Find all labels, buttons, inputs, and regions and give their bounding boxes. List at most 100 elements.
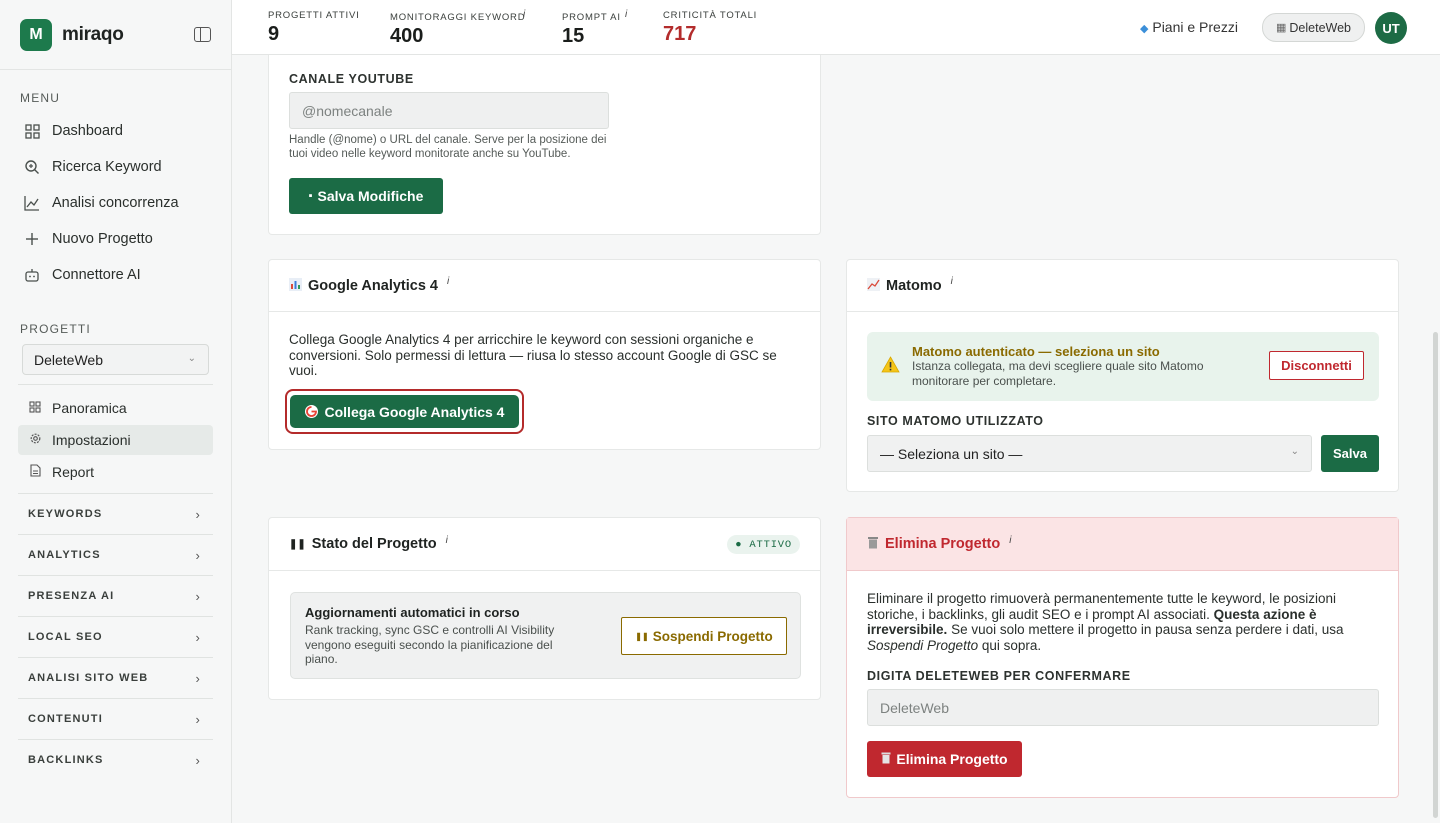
- info-icon[interactable]: i: [523, 9, 525, 20]
- chevron-right-icon: ›: [195, 711, 201, 727]
- info-icon[interactable]: i: [1009, 535, 1011, 546]
- status-badge: ● ATTIVO: [727, 535, 800, 554]
- delete-text-italic: Sospendi Progetto: [867, 637, 979, 653]
- warning-icon: [881, 356, 900, 378]
- youtube-channel-placeholder: @nomecanale: [302, 102, 393, 119]
- site-switcher-label: DeleteWeb: [1289, 20, 1351, 35]
- nav-ricerca-keyword[interactable]: Ricerca Keyword: [18, 151, 213, 183]
- avatar[interactable]: UT: [1375, 12, 1407, 44]
- matomo-site-select[interactable]: — Seleziona un sito — ⌄: [867, 435, 1312, 472]
- project-settings-card: CANALE YOUTUBE @nomecanale Handle (@nome…: [268, 55, 821, 235]
- project-status-card: ❚❚ Stato del Progetto i ● ATTIVO Aggiorn…: [268, 517, 821, 700]
- delete-project-button[interactable]: Elimina Progetto: [867, 741, 1022, 777]
- pricing-label: Piani e Prezzi: [1152, 19, 1238, 35]
- chevron-down-icon: ⌄: [1290, 446, 1299, 457]
- confirm-input[interactable]: DeleteWeb: [867, 689, 1379, 726]
- pause-icon: ❚❚: [635, 631, 649, 641]
- project-status-title: Stato del Progetto: [311, 536, 437, 552]
- save-changes-button[interactable]: ▪ Salva Modifiche: [289, 178, 443, 214]
- project-nav-panoramica[interactable]: Panoramica: [18, 393, 213, 423]
- projects-section-label: PROGETTI: [20, 322, 91, 336]
- bar-chart-icon: [289, 277, 302, 294]
- stat-value: 9: [268, 23, 280, 45]
- trash-icon: [881, 751, 891, 767]
- matomo-title: Matomo: [886, 277, 942, 294]
- auto-updates-text: Rank tracking, sync GSC e controlli AI V…: [305, 623, 555, 666]
- save-changes-label: Salva Modifiche: [317, 188, 424, 204]
- delete-project-label: Elimina Progetto: [896, 751, 1008, 767]
- chevron-down-icon: ⌄: [187, 353, 196, 364]
- nav-nuovo-progetto[interactable]: Nuovo Progetto: [18, 223, 213, 255]
- nav-connettore-ai[interactable]: Connettore AI: [18, 259, 213, 291]
- group-label: KEYWORDS: [28, 508, 103, 520]
- stat-value: 717: [663, 23, 697, 45]
- group-contenuti[interactable]: CONTENUTI ›: [18, 698, 213, 739]
- youtube-channel-help: Handle (@nome) o URL del canale. Serve p…: [289, 134, 607, 160]
- trash-icon: [867, 536, 879, 552]
- stat-value: 15: [562, 25, 585, 47]
- project-nav-report[interactable]: Report: [18, 457, 213, 487]
- suspend-project-button[interactable]: ❚❚ Sospendi Progetto: [621, 617, 787, 655]
- auto-updates-title: Aggiornamenti automatici in corso: [305, 605, 520, 620]
- group-label: BACKLINKS: [28, 754, 104, 766]
- chevron-right-icon: ›: [195, 547, 201, 563]
- info-icon[interactable]: i: [951, 276, 953, 287]
- diamond-icon: ◆: [1140, 23, 1149, 35]
- info-icon[interactable]: i: [447, 276, 449, 287]
- sidebar-toggle-icon[interactable]: [194, 27, 211, 42]
- matomo-save-button[interactable]: Salva: [1321, 435, 1379, 472]
- nav-label: Connettore AI: [52, 267, 141, 283]
- stat-label: PROMPT AI: [562, 12, 621, 23]
- group-presenza-ai[interactable]: PRESENZA AI ›: [18, 575, 213, 616]
- group-analytics[interactable]: ANALYTICS ›: [18, 534, 213, 575]
- info-icon[interactable]: i: [625, 9, 627, 20]
- nav-dashboard[interactable]: Dashboard: [18, 115, 213, 147]
- nav-analisi-concorrenza[interactable]: Analisi concorrenza: [18, 187, 213, 219]
- youtube-channel-label: CANALE YOUTUBE: [289, 72, 414, 86]
- ga4-card-header: Google Analytics 4 i: [269, 260, 820, 312]
- delete-project-card: Elimina Progetto i Eliminare il progetto…: [846, 517, 1399, 798]
- chevron-right-icon: ›: [195, 506, 201, 522]
- group-label: ANALYTICS: [28, 549, 101, 561]
- project-select[interactable]: DeleteWeb ⌄: [22, 344, 209, 375]
- youtube-channel-input[interactable]: @nomecanale: [289, 92, 609, 129]
- matomo-site-label: SITO MATOMO UTILIZZATO: [867, 414, 1044, 428]
- matomo-alert-title: Matomo autenticato — seleziona un sito: [912, 344, 1160, 359]
- disconnect-button[interactable]: Disconnetti: [1269, 351, 1364, 380]
- group-label: CONTENUTI: [28, 713, 103, 725]
- project-nav-label: Panoramica: [52, 400, 127, 416]
- project-nav-impostazioni[interactable]: Impostazioni: [18, 425, 213, 455]
- page-scrollbar[interactable]: [1433, 332, 1438, 818]
- stat-criticita-totali: CRITICITÀ TOTALI 717: [663, 10, 757, 46]
- grid-icon: [24, 123, 40, 139]
- confirm-placeholder: DeleteWeb: [880, 699, 950, 716]
- ga4-description: Collega Google Analytics 4 per arricchir…: [289, 332, 777, 378]
- info-icon[interactable]: i: [446, 535, 448, 546]
- chevron-right-icon: ›: [195, 752, 201, 768]
- matomo-card-header: Matomo i: [847, 260, 1398, 312]
- building-icon: ▦: [1275, 22, 1287, 34]
- stat-monitoraggi-keyword: MONITORAGGI KEYWORD 400 i: [390, 9, 525, 48]
- site-switcher-button[interactable]: ▦ DeleteWeb: [1262, 13, 1365, 42]
- menu-section-label: MENU: [20, 91, 61, 105]
- divider: [18, 384, 213, 385]
- plus-icon: [24, 231, 40, 247]
- matomo-alert: Matomo autenticato — seleziona un sito I…: [867, 332, 1379, 401]
- group-local-seo[interactable]: LOCAL SEO ›: [18, 616, 213, 657]
- group-analisi-sito-web[interactable]: ANALISI SITO WEB ›: [18, 657, 213, 698]
- nav-label: Ricerca Keyword: [52, 159, 162, 175]
- group-backlinks[interactable]: BACKLINKS ›: [18, 739, 213, 780]
- confirm-label: DIGITA DELETEWEB PER CONFERMARE: [867, 669, 1131, 683]
- matomo-site-value: — Seleziona un sito —: [880, 445, 1023, 462]
- group-label: ANALISI SITO WEB: [28, 672, 149, 684]
- brand: M miraqo: [0, 0, 231, 70]
- project-nav-label: Report: [52, 464, 95, 480]
- brand-name: miraqo: [62, 23, 124, 45]
- logo-icon[interactable]: M: [20, 18, 52, 51]
- group-keywords[interactable]: KEYWORDS ›: [18, 493, 213, 534]
- pricing-link[interactable]: ◆ Piani e Prezzi: [1140, 19, 1238, 35]
- search-icon: [24, 159, 40, 175]
- project-select-value: DeleteWeb: [34, 351, 104, 368]
- top-bar: PROGETTI ATTIVI 9 MONITORAGGI KEYWORD 40…: [232, 0, 1440, 55]
- nav-label: Nuovo Progetto: [52, 231, 153, 247]
